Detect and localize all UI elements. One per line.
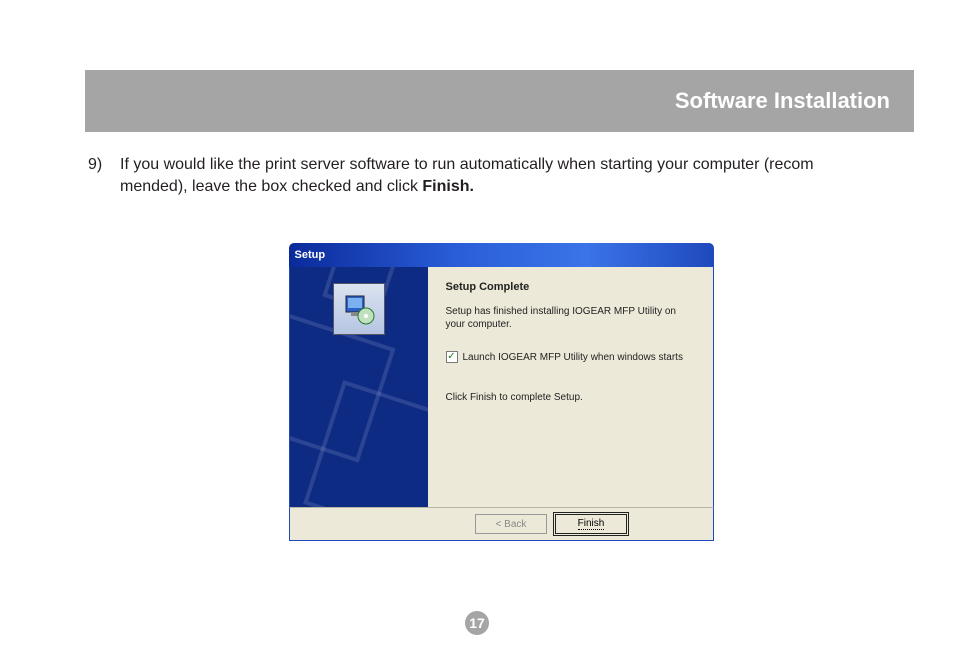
step-bold: Finish. <box>422 178 474 195</box>
dialog-body: Setup Complete Setup has finished instal… <box>289 267 714 507</box>
section-header: Software Installation <box>85 70 914 132</box>
dialog-button-bar: < Back Finish <box>289 507 714 541</box>
page-number: 17 <box>469 615 485 631</box>
launch-checkbox-label: Launch IOGEAR MFP Utility when windows s… <box>463 352 683 363</box>
finish-button-label: Finish <box>578 518 605 530</box>
launch-checkbox[interactable]: ✓ <box>446 351 458 363</box>
computer-cd-icon <box>342 292 376 326</box>
setup-complete-text: Setup has finished installing IOGEAR MFP… <box>446 305 695 331</box>
back-button-label: < Back <box>496 519 527 530</box>
launch-checkbox-row[interactable]: ✓ Launch IOGEAR MFP Utility when windows… <box>446 351 695 363</box>
installer-dialog: Setup Setup Complete <box>289 243 714 541</box>
instruction-step: 9) If you would like the print server so… <box>88 154 914 197</box>
dialog-titlebar: Setup <box>289 243 714 267</box>
step-text-b: mended), leave the box checked and click <box>120 178 422 195</box>
back-button: < Back <box>475 514 547 534</box>
dialog-content: Setup Complete Setup has finished instal… <box>428 267 713 507</box>
step-number: 9) <box>88 154 120 197</box>
dialog-title: Setup <box>295 249 326 261</box>
step-text-a: If you would like the print server softw… <box>120 156 814 173</box>
section-title: Software Installation <box>675 88 890 114</box>
dialog-sidebar <box>290 267 428 507</box>
page-number-badge: 17 <box>465 611 489 635</box>
installer-icon <box>333 283 385 335</box>
check-icon: ✓ <box>447 352 455 362</box>
setup-complete-heading: Setup Complete <box>446 281 695 293</box>
step-body: If you would like the print server softw… <box>120 154 914 197</box>
click-finish-text: Click Finish to complete Setup. <box>446 391 695 404</box>
finish-button[interactable]: Finish <box>555 514 627 534</box>
